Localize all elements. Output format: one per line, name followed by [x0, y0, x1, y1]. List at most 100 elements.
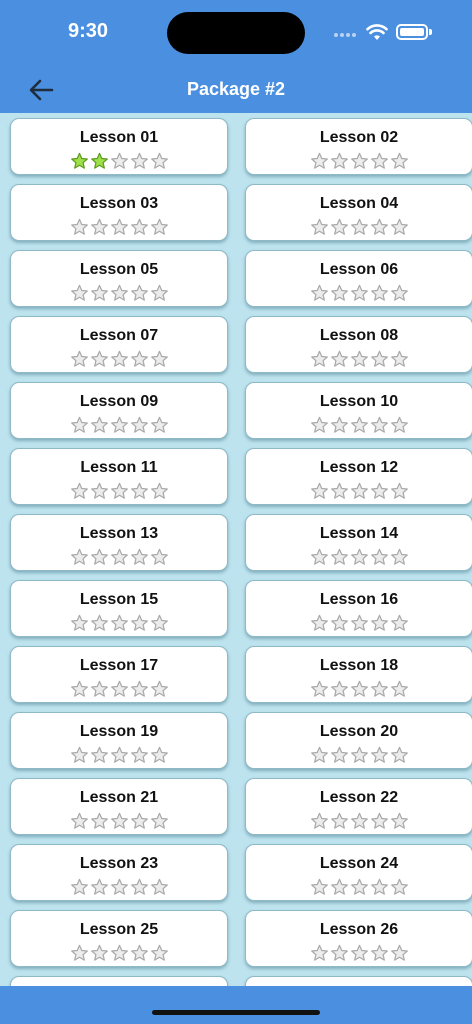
lesson-card[interactable]: Lesson 26 — [245, 910, 472, 967]
cellular-signal-icon — [334, 33, 356, 37]
star-rating — [11, 284, 227, 302]
lesson-title: Lesson 02 — [319, 129, 399, 146]
star-rating — [246, 350, 472, 368]
lesson-title: Lesson 03 — [79, 195, 159, 212]
lesson-title: Lesson 17 — [79, 657, 159, 674]
star-empty-icon — [350, 812, 368, 829]
star-empty-icon — [150, 350, 168, 367]
lesson-card[interactable]: Lesson 03 — [10, 184, 228, 241]
star-empty-icon — [70, 548, 88, 565]
star-empty-icon — [90, 746, 108, 763]
star-empty-icon — [70, 614, 88, 631]
star-empty-icon — [310, 944, 328, 961]
lesson-card[interactable]: Lesson 01 — [10, 118, 228, 175]
star-empty-icon — [370, 812, 388, 829]
star-empty-icon — [390, 152, 408, 169]
star-empty-icon — [370, 878, 388, 895]
lesson-card[interactable]: Lesson 21 — [10, 778, 228, 835]
lesson-card[interactable]: Lesson 19 — [10, 712, 228, 769]
lesson-card[interactable]: Lesson 18 — [245, 646, 472, 703]
star-empty-icon — [310, 152, 328, 169]
star-empty-icon — [90, 944, 108, 961]
star-empty-icon — [330, 944, 348, 961]
star-empty-icon — [330, 812, 348, 829]
lesson-card[interactable]: Lesson 16 — [245, 580, 472, 637]
lesson-title: Lesson 16 — [319, 591, 399, 608]
lesson-title: Lesson 11 — [80, 459, 158, 476]
star-empty-icon — [70, 218, 88, 235]
star-empty-icon — [350, 614, 368, 631]
star-empty-icon — [310, 350, 328, 367]
lesson-card[interactable]: Lesson 12 — [245, 448, 472, 505]
star-filled-icon — [70, 152, 88, 169]
star-rating — [11, 482, 227, 500]
lesson-card[interactable]: Lesson 06 — [245, 250, 472, 307]
lesson-card[interactable]: Lesson 23 — [10, 844, 228, 901]
lesson-card[interactable]: Lesson 10 — [245, 382, 472, 439]
star-empty-icon — [70, 416, 88, 433]
lesson-grid[interactable]: Lesson 01 Lesson 02 Lesson 03 Lesson 04 Less… — [0, 113, 472, 986]
status-time: 9:30 — [68, 20, 109, 42]
star-empty-icon — [90, 350, 108, 367]
home-indicator[interactable] — [152, 1010, 320, 1015]
star-empty-icon — [370, 152, 388, 169]
lesson-card[interactable]: Lesson 08 — [245, 316, 472, 373]
star-empty-icon — [370, 548, 388, 565]
star-empty-icon — [110, 812, 128, 829]
lesson-title: Lesson 07 — [79, 327, 159, 344]
star-empty-icon — [330, 218, 348, 235]
star-rating — [246, 812, 472, 830]
star-empty-icon — [70, 746, 88, 763]
star-empty-icon — [330, 416, 348, 433]
star-empty-icon — [390, 482, 408, 499]
star-empty-icon — [330, 548, 348, 565]
lesson-card[interactable]: Lesson 11 — [10, 448, 228, 505]
star-empty-icon — [150, 746, 168, 763]
star-empty-icon — [70, 482, 88, 499]
lesson-card[interactable]: Lesson 09 — [10, 382, 228, 439]
star-empty-icon — [110, 416, 128, 433]
lesson-title: Lesson 01 — [79, 129, 159, 146]
lesson-card[interactable] — [10, 976, 228, 986]
lesson-card[interactable]: Lesson 25 — [10, 910, 228, 967]
star-empty-icon — [150, 218, 168, 235]
lesson-card[interactable]: Lesson 04 — [245, 184, 472, 241]
star-empty-icon — [310, 878, 328, 895]
star-rating — [11, 746, 227, 764]
star-empty-icon — [150, 284, 168, 301]
star-empty-icon — [130, 218, 148, 235]
star-empty-icon — [370, 614, 388, 631]
lesson-card[interactable]: Lesson 13 — [10, 514, 228, 571]
star-empty-icon — [150, 416, 168, 433]
star-empty-icon — [150, 812, 168, 829]
star-empty-icon — [130, 680, 148, 697]
lesson-card[interactable]: Lesson 14 — [245, 514, 472, 571]
lesson-card[interactable]: Lesson 20 — [245, 712, 472, 769]
lesson-card[interactable] — [245, 976, 472, 986]
lesson-card[interactable]: Lesson 22 — [245, 778, 472, 835]
star-empty-icon — [310, 812, 328, 829]
star-empty-icon — [350, 680, 368, 697]
star-empty-icon — [110, 350, 128, 367]
lesson-card[interactable]: Lesson 02 — [245, 118, 472, 175]
star-empty-icon — [310, 416, 328, 433]
lesson-card[interactable]: Lesson 24 — [245, 844, 472, 901]
lesson-card[interactable]: Lesson 17 — [10, 646, 228, 703]
star-empty-icon — [130, 944, 148, 961]
star-empty-icon — [130, 548, 148, 565]
star-empty-icon — [390, 548, 408, 565]
lesson-card[interactable]: Lesson 07 — [10, 316, 228, 373]
lesson-card[interactable]: Lesson 15 — [10, 580, 228, 637]
star-empty-icon — [130, 878, 148, 895]
star-rating — [11, 152, 227, 170]
star-empty-icon — [130, 284, 148, 301]
star-empty-icon — [70, 878, 88, 895]
lesson-title: Lesson 10 — [319, 393, 399, 410]
lesson-title: Lesson 09 — [79, 393, 159, 410]
star-empty-icon — [70, 944, 88, 961]
lesson-title: Lesson 26 — [319, 921, 399, 938]
star-empty-icon — [370, 482, 388, 499]
star-empty-icon — [130, 482, 148, 499]
star-empty-icon — [390, 812, 408, 829]
lesson-card[interactable]: Lesson 05 — [10, 250, 228, 307]
